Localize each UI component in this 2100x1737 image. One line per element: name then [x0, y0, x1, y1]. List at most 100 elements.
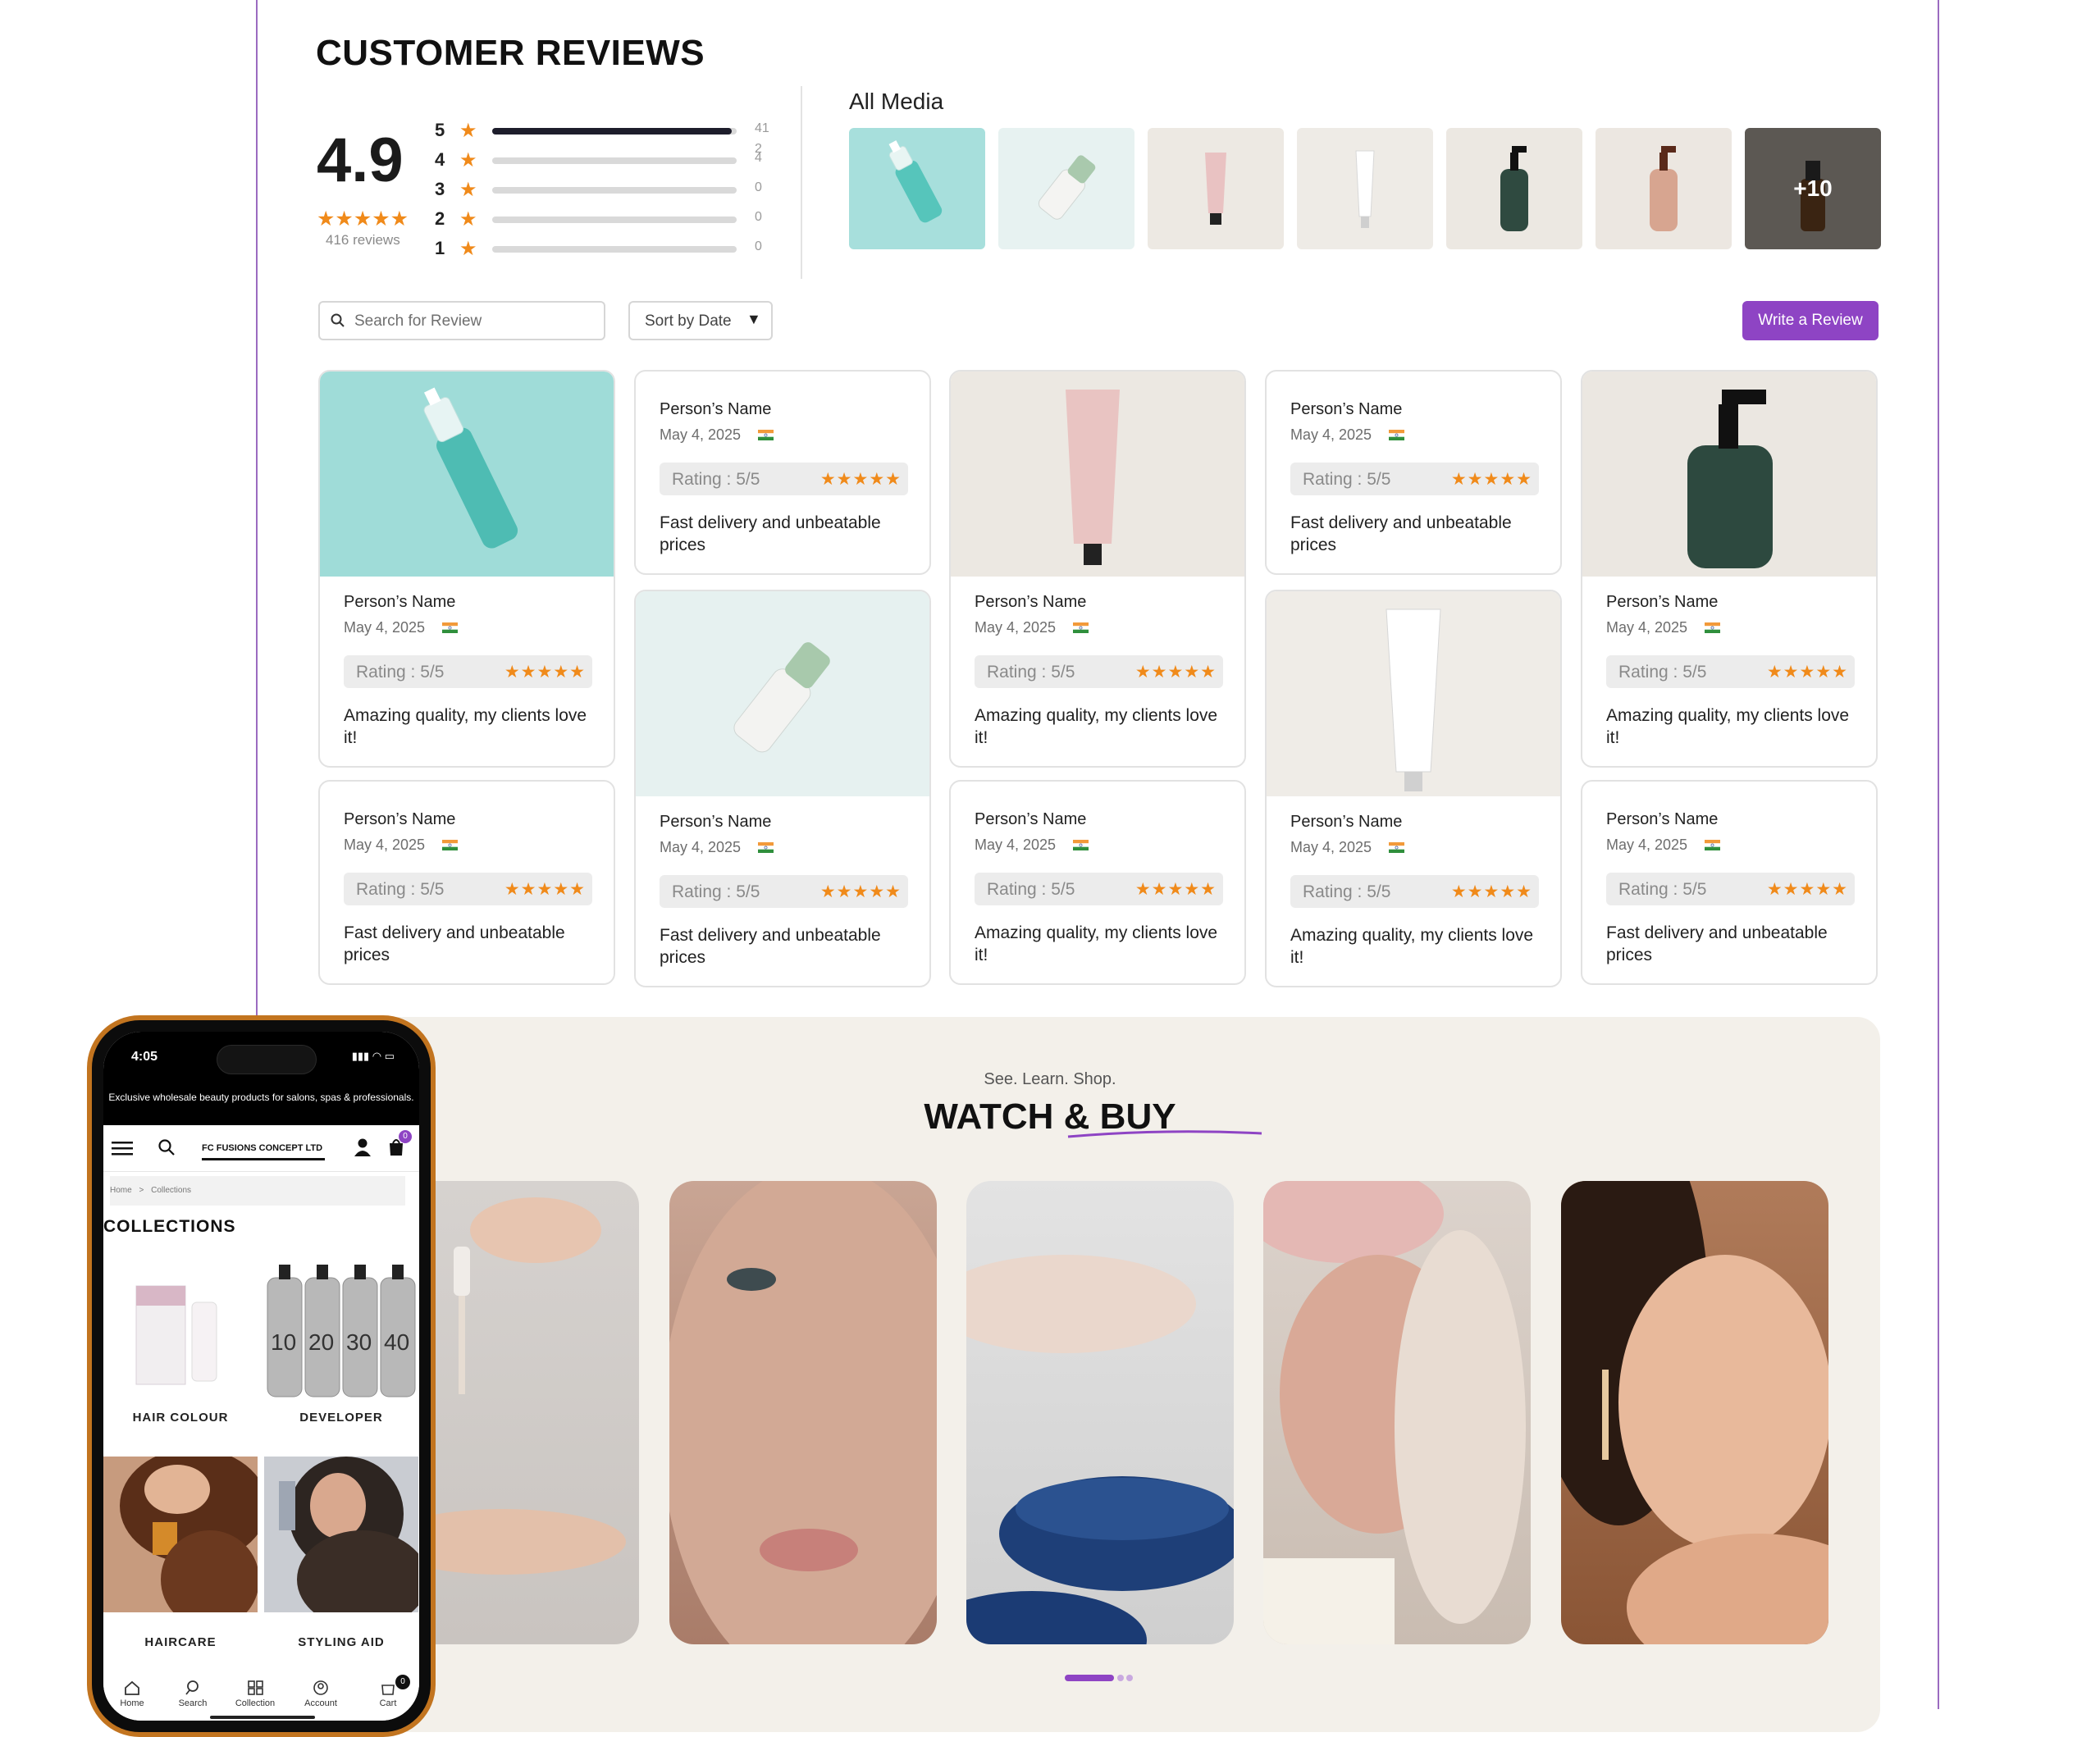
distribution-bar: [492, 246, 737, 253]
review-date: May 4, 2025: [1606, 619, 1688, 636]
rating-stars-icon: ★★★★★: [819, 470, 902, 489]
distribution-row: 2 ★ 0: [435, 205, 771, 235]
review-card[interactable]: Person’s Name May 4, 2025 Rating : 5/5 ★★★★…: [318, 780, 615, 985]
distribution-bar-fill: [492, 128, 733, 134]
review-card[interactable]: Person’s Name May 4, 2025 Rating : 5/5 ★★★★…: [1265, 590, 1562, 987]
review-text: Amazing quality, my clients love it!: [975, 923, 1218, 964]
tab-home[interactable]: Home: [103, 1680, 161, 1708]
account-icon[interactable]: [353, 1137, 372, 1156]
distribution-count: 0: [755, 180, 762, 194]
tab-search[interactable]: Search: [164, 1680, 221, 1708]
tab-account[interactable]: Account: [292, 1680, 349, 1708]
rating-box: Rating : 5/5 ★★★★★: [344, 873, 592, 905]
video-card[interactable]: [669, 1181, 937, 1644]
home-indicator: [210, 1716, 315, 1719]
review-card[interactable]: Person’s Name May 4, 2025 Rating : 5/5 ★★★★…: [1265, 370, 1562, 575]
video-card[interactable]: [1263, 1181, 1531, 1644]
menu-icon[interactable]: [112, 1140, 133, 1156]
breadcrumb: Home > Collections: [110, 1176, 405, 1206]
rating-box: Rating : 5/5 ★★★★★: [344, 655, 592, 688]
status-time: 4:05: [131, 1050, 158, 1064]
reviewer-name: Person’s Name: [344, 593, 456, 611]
collection-tile-developer[interactable]: 10 20 30 40: [264, 1253, 418, 1409]
rating-box: Rating : 5/5 ★★★★★: [1290, 463, 1539, 495]
review-text: Fast delivery and unbeatable prices: [660, 513, 881, 554]
rating-box: Rating : 5/5 ★★★★★: [1290, 875, 1539, 908]
review-text: Amazing quality, my clients love it!: [344, 706, 587, 747]
rating-text: Rating : 5/5: [356, 880, 445, 899]
search-placeholder: Search for Review: [354, 312, 482, 330]
review-date: May 4, 2025: [660, 426, 742, 443]
review-image[interactable]: [1582, 372, 1876, 577]
media-thumb[interactable]: [1446, 128, 1582, 249]
review-card[interactable]: Person’s Name May 4, 2025 Rating : 5/5 ★★★★…: [1581, 780, 1878, 985]
average-rating: 4.9: [317, 125, 404, 195]
media-thumb-more[interactable]: +10: [1745, 128, 1881, 249]
review-card[interactable]: Person’s Name May 4, 2025 Rating : 5/5 ★★★★…: [634, 370, 931, 575]
rating-text: Rating : 5/5: [1303, 882, 1391, 901]
india-flag-icon: [442, 840, 458, 850]
collection-tile-styling-aid[interactable]: [264, 1457, 419, 1629]
review-card[interactable]: Person’s Name May 4, 2025 Rating : 5/5 ★★★★…: [949, 780, 1246, 985]
review-date: May 4, 2025: [1606, 837, 1688, 853]
india-flag-icon: [1389, 842, 1404, 853]
rating-box: Rating : 5/5 ★★★★★: [660, 463, 908, 495]
rating-box: Rating : 5/5 ★★★★★: [975, 655, 1223, 688]
review-text: Amazing quality, my clients love it!: [1290, 926, 1534, 967]
rating-stars-icon: ★★★★★: [1766, 880, 1848, 899]
distribution-row: 1 ★ 0: [435, 235, 771, 264]
tab-collection[interactable]: Collection: [226, 1680, 284, 1708]
collection-tile-haircare[interactable]: [103, 1448, 267, 1629]
rating-stars-icon: ★★★★★: [1134, 880, 1217, 899]
review-card[interactable]: Person’s Name May 4, 2025 Rating : 5/5 ★★★★…: [318, 370, 615, 768]
review-image[interactable]: [1267, 591, 1560, 796]
carousel-dots[interactable]: [1065, 1673, 1139, 1683]
section-title: CUSTOMER REVIEWS: [316, 33, 705, 73]
media-thumb[interactable]: [998, 128, 1134, 249]
review-date: May 4, 2025: [975, 619, 1057, 636]
write-review-button[interactable]: Write a Review: [1742, 301, 1879, 340]
reviewer-name: Person’s Name: [660, 813, 772, 831]
review-image[interactable]: [951, 372, 1244, 577]
india-flag-icon: [1705, 622, 1720, 633]
review-date: May 4, 2025: [975, 837, 1057, 853]
review-card[interactable]: Person’s Name May 4, 2025 Rating : 5/5 ★★★★…: [634, 590, 931, 987]
distribution-row: 5 ★ 41: [435, 116, 771, 146]
review-text: Amazing quality, my clients love it!: [1606, 706, 1850, 747]
tab-cart[interactable]: Cart 0: [359, 1675, 417, 1708]
sort-dropdown[interactable]: Sort by Date ▼: [628, 301, 773, 340]
tile-label: HAIRCARE: [144, 1635, 217, 1649]
divider: [801, 86, 802, 279]
all-media-title: All Media: [849, 89, 944, 114]
distribution-bar: [492, 217, 737, 223]
media-thumb[interactable]: [1596, 128, 1732, 249]
review-image[interactable]: [320, 372, 614, 577]
star-icon: ★: [459, 238, 477, 260]
review-date: May 4, 2025: [1290, 839, 1372, 855]
rating-box: Rating : 5/5 ★★★★★: [975, 873, 1223, 905]
media-thumb[interactable]: [849, 128, 985, 249]
collection-tile-hair-colour[interactable]: [103, 1253, 258, 1409]
search-input[interactable]: Search for Review: [318, 301, 605, 340]
brand-logo[interactable]: FC FUSIONS CONCEPT LTD: [202, 1138, 325, 1160]
breadcrumb-home[interactable]: Home: [110, 1186, 132, 1195]
media-thumb[interactable]: [1148, 128, 1284, 249]
distribution-row: 4 ★ 2 4: [435, 143, 771, 176]
media-thumb[interactable]: [1297, 128, 1433, 249]
search-icon[interactable]: [158, 1138, 176, 1156]
search-icon: [185, 1680, 199, 1695]
status-bar: 4:05 ▮▮▮ ◠ ▭: [103, 1032, 419, 1087]
review-date: May 4, 2025: [344, 619, 426, 636]
rating-box: Rating : 5/5 ★★★★★: [660, 875, 908, 908]
video-card[interactable]: [966, 1181, 1234, 1644]
review-card[interactable]: Person’s Name May 4, 2025 Rating : 5/5 ★★★★…: [1581, 370, 1878, 768]
star-icon: ★: [459, 179, 477, 201]
cart-badge: 0: [399, 1130, 412, 1143]
review-card[interactable]: Person’s Name May 4, 2025 Rating : 5/5 ★★★★…: [949, 370, 1246, 768]
video-card[interactable]: [1561, 1181, 1828, 1644]
star-icon: ★: [459, 208, 477, 230]
star-icon: ★: [459, 120, 477, 142]
india-flag-icon: [1073, 840, 1089, 850]
rating-text: Rating : 5/5: [672, 882, 760, 901]
review-image[interactable]: [636, 591, 929, 796]
